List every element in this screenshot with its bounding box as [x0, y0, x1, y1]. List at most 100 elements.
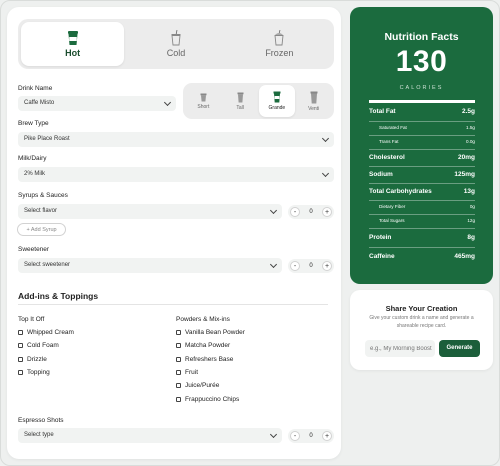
row-value: 1.5g [466, 125, 475, 131]
checkbox-matcha-powder[interactable]: Matcha Powder [176, 342, 230, 349]
nutrition-row-total-carbohydrates: Total Carbohydrates 13g [369, 183, 475, 200]
add-syrup-button[interactable]: + Add Syrup [17, 223, 66, 236]
sweetener-quantity-stepper: - 0 + [288, 259, 334, 273]
row-label: Protein [369, 233, 392, 241]
espresso-value: Select type [24, 432, 54, 438]
venti-cup-icon [310, 91, 318, 103]
syrups-label: Syrups & Sauces [18, 192, 68, 199]
increment-button[interactable]: + [322, 431, 332, 441]
row-label: Trans Fat [379, 139, 399, 145]
size-short-label: Short [197, 103, 210, 110]
checkbox-box[interactable] [18, 357, 23, 362]
checkbox-label: Juice/Purée [185, 382, 220, 389]
row-value: 20mg [458, 153, 475, 161]
sweetener-select[interactable]: Select sweetener [18, 258, 282, 273]
sweetener-value: Select sweetener [24, 262, 71, 268]
drink-name-value: Caffe Misto [24, 100, 55, 106]
row-value: 0.0g [466, 139, 475, 145]
checkbox-label: Whipped Cream [27, 329, 74, 336]
size-tall[interactable]: Tall [222, 85, 259, 117]
checkbox-box[interactable] [18, 343, 23, 348]
tab-hot[interactable]: Hot [21, 22, 125, 66]
checkbox-vanilla-bean-powder[interactable]: Vanilla Bean Powder [176, 329, 245, 336]
brew-type-select[interactable]: Pike Place Roast [18, 132, 334, 147]
tall-cup-icon [237, 92, 244, 102]
checkbox-box[interactable] [176, 343, 181, 348]
syrup-select[interactable]: Select flavor [18, 204, 282, 219]
chevron-down-icon [163, 98, 172, 106]
nutrition-row-protein: Protein 8g [369, 228, 475, 247]
checkbox-box[interactable] [176, 397, 181, 402]
milk-label: Milk/Dairy [18, 155, 47, 162]
checkbox-topping[interactable]: Topping [18, 369, 50, 376]
nutrition-row-cholesterol: Cholesterol 20mg [369, 149, 475, 166]
row-label: Dietary Fiber [379, 204, 406, 210]
drink-builder-panel: Hot Cold Frozen Drink Name Caffe Misto S… [7, 7, 341, 459]
row-value: 8g [467, 233, 475, 241]
checkbox-label: Vanilla Bean Powder [185, 329, 245, 336]
share-title: Share Your Creation [385, 304, 458, 313]
brew-type-label: Brew Type [18, 120, 49, 127]
syrup-quantity: 0 [309, 209, 313, 215]
checkbox-box[interactable] [176, 357, 181, 362]
checkbox-label: Fruit [185, 369, 198, 376]
drink-name-input[interactable] [365, 340, 435, 357]
checkbox-label: Topping [27, 369, 50, 376]
chevron-down-icon [269, 206, 278, 214]
section-divider [18, 304, 328, 305]
nutrition-row-trans-fat: Trans Fat 0.0g [369, 135, 475, 149]
sweetener-label: Sweetener [18, 246, 50, 253]
row-label: Saturated Fat [379, 125, 407, 131]
frozen-cup-icon [274, 30, 284, 46]
row-label: Total Carbohydrates [369, 187, 432, 195]
row-value: 0g [469, 204, 475, 210]
top-it-off-title: Top It Off [18, 316, 45, 323]
generate-button[interactable]: Generate [439, 340, 480, 357]
tab-hot-label: Hot [65, 48, 81, 58]
checkbox-box[interactable] [18, 370, 23, 375]
checkbox-frappuccino-chips[interactable]: Frappuccino Chips [176, 396, 239, 403]
decrement-button[interactable]: - [290, 261, 300, 271]
checkbox-box[interactable] [176, 330, 181, 335]
increment-button[interactable]: + [322, 261, 332, 271]
temperature-tabs: Hot Cold Frozen [18, 19, 334, 69]
decrement-button[interactable]: - [290, 431, 300, 441]
drink-name-select[interactable]: Caffe Misto [18, 96, 176, 111]
tab-frozen[interactable]: Frozen [228, 22, 331, 66]
size-grande-label: Grande [268, 105, 286, 111]
milk-select[interactable]: 2% Milk [18, 167, 334, 182]
hot-cup-icon [67, 31, 78, 45]
checkbox-box[interactable] [176, 383, 181, 388]
checkbox-whipped-cream[interactable]: Whipped Cream [18, 329, 74, 336]
nutrition-row-total-sugars: Total Sugars 12g [369, 214, 475, 228]
row-value: 125mg [454, 170, 475, 178]
espresso-quantity: 0 [309, 433, 313, 439]
checkbox-cold-foam[interactable]: Cold Foam [18, 342, 59, 349]
chevron-down-icon [269, 430, 278, 438]
espresso-select[interactable]: Select type [18, 428, 282, 443]
chevron-down-icon [321, 169, 330, 177]
row-value: 12g [467, 218, 475, 224]
syrup-quantity-stepper: - 0 + [288, 205, 334, 219]
chevron-down-icon [321, 134, 330, 142]
espresso-quantity-stepper: - 0 + [288, 429, 334, 443]
increment-button[interactable]: + [322, 207, 332, 217]
size-selector: Short Tall Grande Venti [183, 83, 334, 119]
checkbox-fruit[interactable]: Fruit [176, 369, 198, 376]
checkbox-box[interactable] [176, 370, 181, 375]
milk-value: 2% Milk [24, 171, 46, 177]
checkbox-juice-puree[interactable]: Juice/Purée [176, 382, 219, 389]
row-value: 2.5g [461, 108, 475, 116]
size-tall-label: Tall [236, 104, 244, 111]
tab-cold[interactable]: Cold [124, 22, 227, 66]
addins-title: Add-ins & Toppings [18, 291, 99, 301]
checkbox-box[interactable] [18, 330, 23, 335]
checkbox-refreshers-base[interactable]: Refreshers Base [176, 356, 233, 363]
size-venti[interactable]: Venti [295, 85, 332, 117]
size-short[interactable]: Short [185, 85, 222, 117]
row-label: Caffeine [369, 252, 395, 260]
calories-label: CALORIES [399, 85, 444, 91]
checkbox-drizzle[interactable]: Drizzle [18, 356, 47, 363]
size-grande[interactable]: Grande [258, 85, 296, 117]
decrement-button[interactable]: - [290, 207, 300, 217]
